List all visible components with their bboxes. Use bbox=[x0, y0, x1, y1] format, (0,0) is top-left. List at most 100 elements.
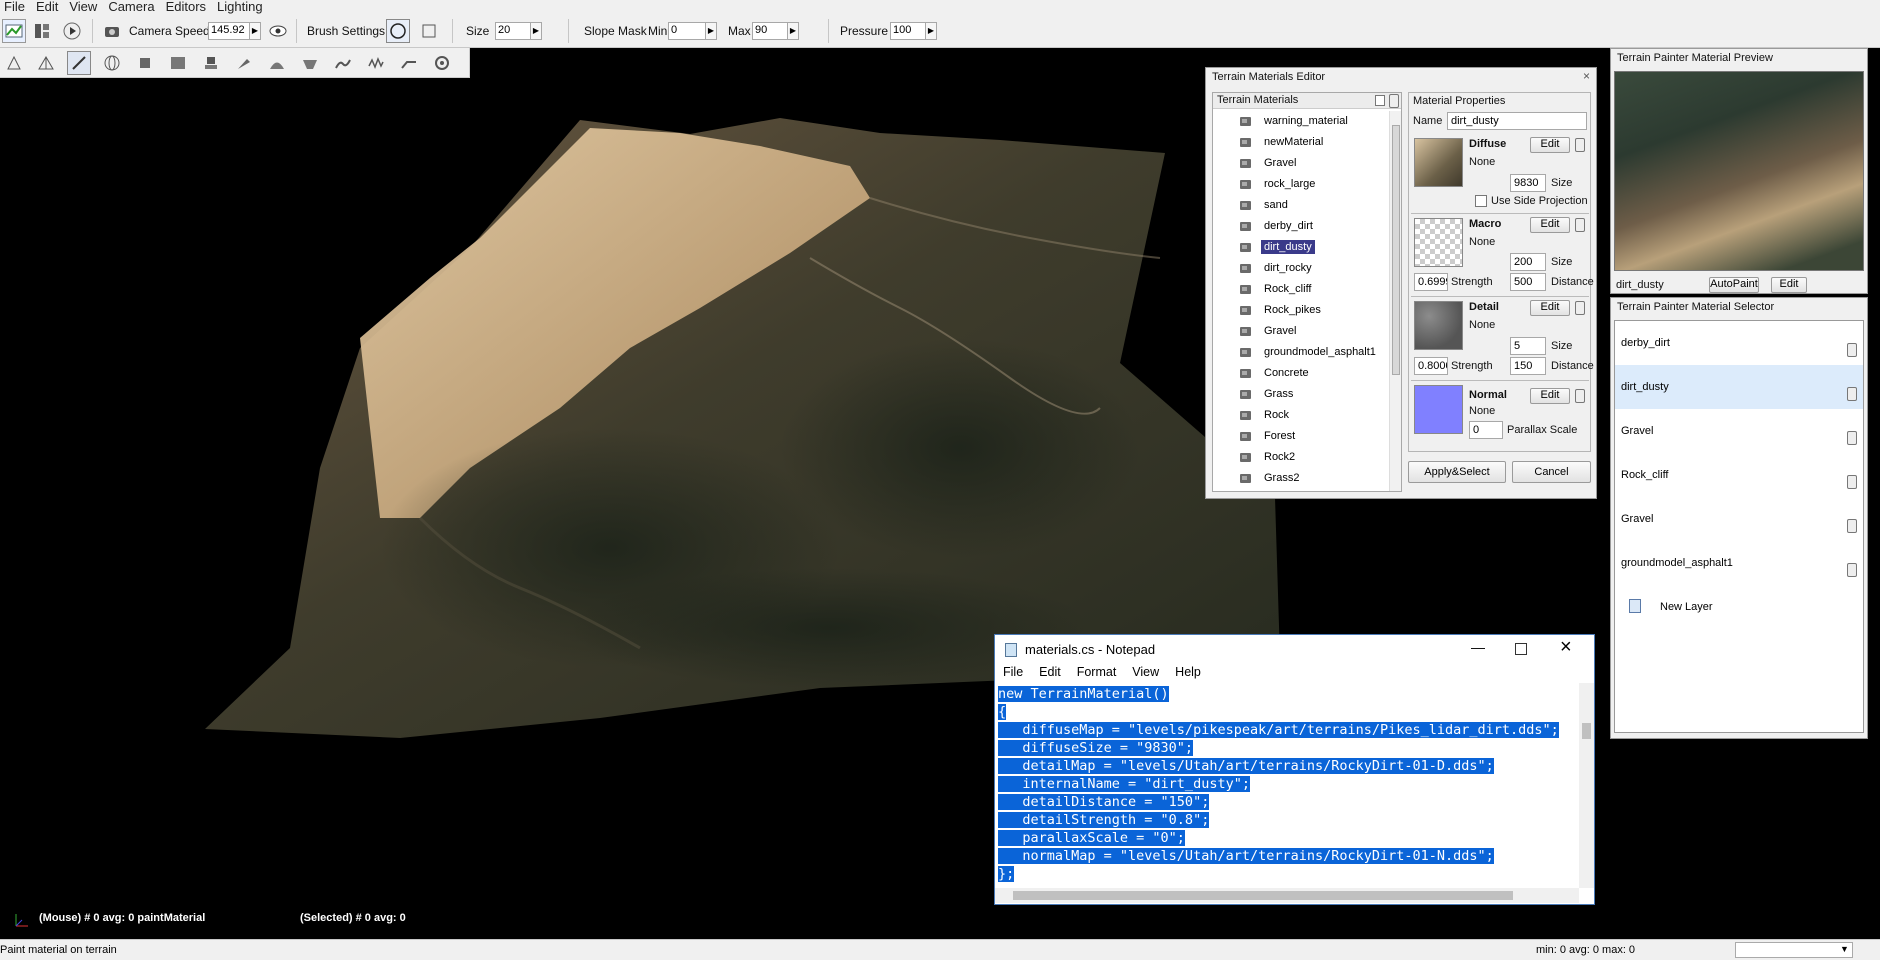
normal-edit-button[interactable]: Edit bbox=[1530, 388, 1570, 404]
world-editor-icon[interactable] bbox=[2, 19, 26, 43]
brush-icon[interactable] bbox=[232, 51, 256, 75]
notepad-menu-view[interactable]: View bbox=[1124, 665, 1167, 683]
pressure-field[interactable]: 100 bbox=[890, 22, 926, 40]
detail-delete-icon[interactable] bbox=[1575, 301, 1585, 315]
maximize-icon[interactable] bbox=[1515, 643, 1527, 655]
play-icon[interactable] bbox=[60, 19, 84, 43]
menu-file[interactable]: File bbox=[0, 0, 32, 14]
detail-texture-thumbnail[interactable] bbox=[1414, 301, 1463, 350]
menu-view[interactable]: View bbox=[65, 0, 104, 14]
stamp-icon[interactable] bbox=[199, 51, 223, 75]
notepad-menu-file[interactable]: File bbox=[995, 665, 1031, 683]
apply-select-button[interactable]: Apply&Select bbox=[1408, 461, 1506, 483]
notepad-horizontal-scrollbar[interactable] bbox=[995, 888, 1579, 903]
notepad-text-area[interactable]: new TerrainMaterial() { diffuseMap = "lev… bbox=[998, 685, 1578, 885]
eye-icon[interactable] bbox=[266, 19, 290, 43]
diffuse-size-field[interactable]: 9830 bbox=[1510, 174, 1546, 192]
select-tool-icon[interactable] bbox=[2, 51, 26, 75]
material-layer-item[interactable]: Gravel bbox=[1615, 409, 1863, 453]
normal-texture-thumbnail[interactable] bbox=[1414, 385, 1463, 434]
material-layer-item[interactable]: Rock_cliff bbox=[1615, 453, 1863, 497]
layer-delete-icon[interactable] bbox=[1847, 563, 1857, 577]
side-projection-checkbox[interactable] bbox=[1475, 195, 1487, 207]
material-list-item[interactable]: Forest bbox=[1239, 426, 1298, 446]
new-layer-button[interactable]: New Layer bbox=[1615, 585, 1863, 629]
settings-tool-icon[interactable] bbox=[430, 51, 454, 75]
material-list-item[interactable]: sand bbox=[1239, 195, 1291, 215]
detail-edit-button[interactable]: Edit bbox=[1530, 300, 1570, 316]
material-list-item[interactable]: Concrete bbox=[1239, 363, 1312, 383]
raise-icon[interactable] bbox=[265, 51, 289, 75]
material-list-item[interactable]: dirt_rocky bbox=[1239, 258, 1315, 278]
cancel-button[interactable]: Cancel bbox=[1512, 461, 1591, 483]
flatten-icon[interactable] bbox=[397, 51, 421, 75]
macro-edit-button[interactable]: Edit bbox=[1530, 217, 1570, 233]
close-icon[interactable]: × bbox=[1560, 636, 1572, 659]
material-layer-item[interactable]: derby_dirt bbox=[1615, 321, 1863, 365]
material-list-item[interactable]: Rock_pikes bbox=[1239, 300, 1324, 320]
paint-tool-icon[interactable] bbox=[67, 51, 91, 75]
material-list-item[interactable]: Gravel bbox=[1239, 321, 1299, 341]
preview-edit-button[interactable]: Edit bbox=[1771, 277, 1807, 293]
layer-delete-icon[interactable] bbox=[1847, 387, 1857, 401]
camera-speed-field[interactable]: 145.92 bbox=[208, 22, 250, 40]
notepad-menu-edit[interactable]: Edit bbox=[1031, 665, 1069, 683]
materials-scrollbar[interactable] bbox=[1389, 111, 1401, 491]
layer-delete-icon[interactable] bbox=[1847, 475, 1857, 489]
macro-size-field[interactable]: 200 bbox=[1510, 253, 1546, 271]
material-list-item[interactable]: groundmodel_asphalt1 bbox=[1239, 342, 1379, 362]
material-name-field[interactable]: dirt_dusty bbox=[1447, 112, 1587, 130]
parallax-scale-field[interactable]: 0 bbox=[1469, 421, 1503, 439]
material-layer-item[interactable]: Gravel bbox=[1615, 497, 1863, 541]
new-material-icon[interactable] bbox=[1375, 95, 1385, 106]
material-list-item[interactable]: Rock bbox=[1239, 405, 1292, 425]
material-list-item[interactable]: rock_large bbox=[1239, 174, 1318, 194]
detail-strength-field[interactable]: 0.8000 bbox=[1414, 357, 1448, 375]
material-list-item[interactable]: dirt_dusty bbox=[1239, 237, 1315, 257]
macro-strength-field[interactable]: 0.6999 bbox=[1414, 273, 1448, 291]
material-layer-item[interactable]: groundmodel_asphalt1 bbox=[1615, 541, 1863, 585]
normal-delete-icon[interactable] bbox=[1575, 389, 1585, 403]
menu-lighting[interactable]: Lighting bbox=[213, 0, 270, 14]
layer-delete-icon[interactable] bbox=[1847, 431, 1857, 445]
layer-delete-icon[interactable] bbox=[1847, 343, 1857, 357]
camera-speed-spin[interactable]: ▶ bbox=[249, 22, 261, 40]
noise-icon[interactable] bbox=[364, 51, 388, 75]
status-dropdown[interactable]: ▼ bbox=[1735, 942, 1853, 958]
notepad-menu-format[interactable]: Format bbox=[1069, 665, 1125, 683]
diffuse-texture-thumbnail[interactable] bbox=[1414, 138, 1463, 187]
menu-edit[interactable]: Edit bbox=[32, 0, 65, 14]
macro-distance-field[interactable]: 500 bbox=[1510, 273, 1546, 291]
slope-min-field[interactable]: 0 bbox=[668, 22, 706, 40]
materials-scroll-thumb[interactable] bbox=[1392, 125, 1400, 375]
macro-delete-icon[interactable] bbox=[1575, 218, 1585, 232]
minimize-icon[interactable]: — bbox=[1471, 639, 1485, 655]
material-list-item[interactable]: Rock_cliff bbox=[1239, 279, 1314, 299]
slope-max-field[interactable]: 90 bbox=[752, 22, 788, 40]
menu-editors[interactable]: Editors bbox=[162, 0, 213, 14]
macro-texture-thumbnail[interactable] bbox=[1414, 218, 1463, 267]
material-list-item[interactable]: newMaterial bbox=[1239, 132, 1326, 152]
size-field[interactable]: 20 bbox=[495, 22, 531, 40]
smooth-icon[interactable] bbox=[331, 51, 355, 75]
notepad-hscroll-thumb[interactable] bbox=[1013, 891, 1513, 900]
close-icon[interactable]: × bbox=[1583, 69, 1590, 83]
camera-icon[interactable] bbox=[100, 19, 124, 43]
layer-delete-icon[interactable] bbox=[1847, 519, 1857, 533]
delete-material-icon[interactable] bbox=[1389, 94, 1399, 108]
material-list-item[interactable]: warning_material bbox=[1239, 111, 1351, 131]
slope-max-spin[interactable]: ▶ bbox=[787, 22, 799, 40]
material-layer-item[interactable]: dirt_dusty bbox=[1615, 365, 1863, 409]
circle-brush-icon[interactable] bbox=[386, 19, 410, 43]
square-brush-icon[interactable] bbox=[417, 19, 441, 43]
material-list-item[interactable]: Rock2 bbox=[1239, 447, 1298, 467]
material-list-item[interactable]: Grass bbox=[1239, 384, 1296, 404]
globe-icon[interactable] bbox=[100, 51, 124, 75]
autopaint-button[interactable]: AutoPaint bbox=[1709, 277, 1759, 293]
slope-min-spin[interactable]: ▶ bbox=[705, 22, 717, 40]
material-list-item[interactable]: Grass2 bbox=[1239, 468, 1302, 488]
diffuse-edit-button[interactable]: Edit bbox=[1530, 137, 1570, 153]
lower-icon[interactable] bbox=[298, 51, 322, 75]
diffuse-delete-icon[interactable] bbox=[1575, 138, 1585, 152]
material-list-item[interactable]: Gravel bbox=[1239, 153, 1299, 173]
